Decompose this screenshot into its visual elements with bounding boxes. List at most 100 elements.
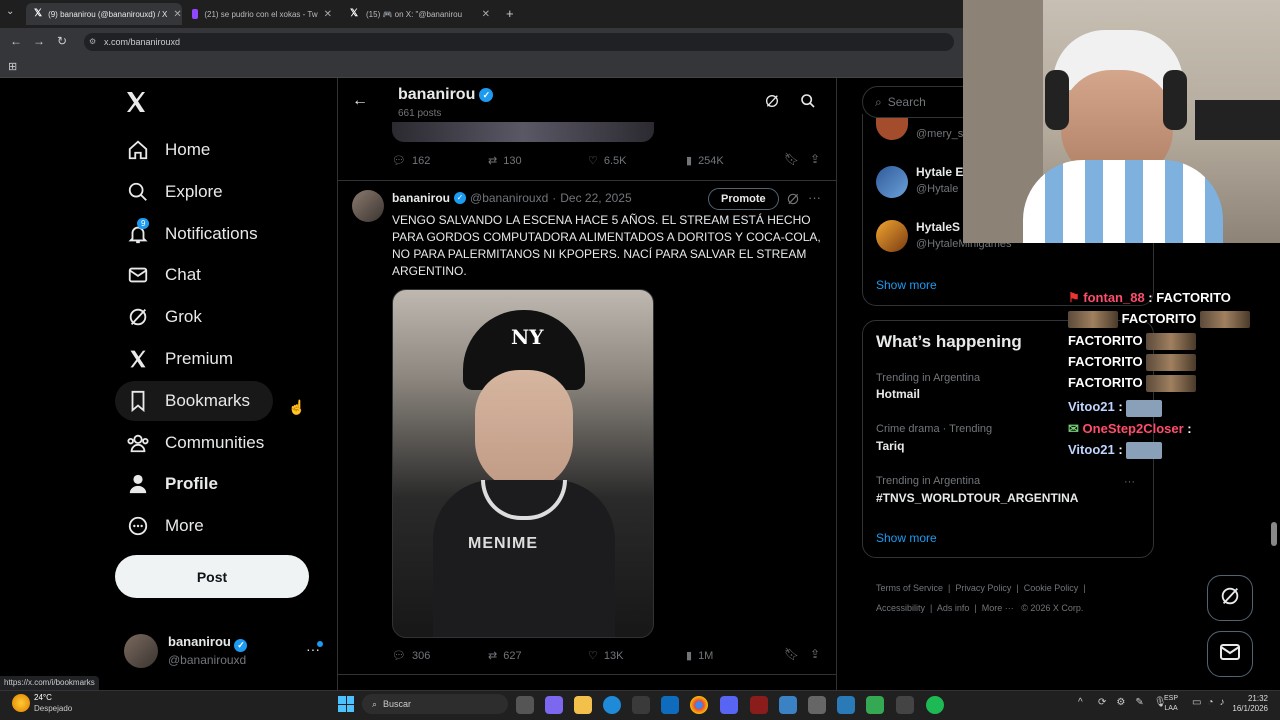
store-icon[interactable]	[632, 696, 650, 714]
search-icon[interactable]	[800, 93, 816, 114]
nav-bookmarks[interactable]: Bookmarks	[115, 381, 273, 421]
forward-icon[interactable]: →	[33, 34, 45, 48]
grok-fab-button[interactable]	[1207, 575, 1253, 621]
language-indicator[interactable]: ESP LAA	[1164, 694, 1178, 714]
tweet-handle[interactable]: @bananirouxd	[470, 191, 548, 205]
reply-button[interactable]: 💬︎ 306	[392, 649, 430, 663]
trend-topic[interactable]: Tariq	[876, 439, 904, 453]
bookmark-icon[interactable]: 🔖︎	[784, 647, 799, 661]
tray-chevron-icon[interactable]: ^	[1078, 697, 1083, 708]
tweet-author-name[interactable]: bananirou	[392, 191, 450, 205]
taskbar-search[interactable]: ⌕ Buscar	[362, 694, 508, 714]
tab-search-icon[interactable]: ⌄	[6, 6, 14, 17]
tab-x-post[interactable]: 𝕏 (15) 🎮 on X: "@bananirou ✕	[342, 3, 498, 25]
repost-icon: ⇄	[488, 155, 498, 167]
trend-topic[interactable]: Hotmail	[876, 387, 920, 401]
follow-name[interactable]: HytaleS	[916, 220, 960, 234]
avatar[interactable]	[124, 634, 158, 668]
app-icon[interactable]	[750, 696, 768, 714]
back-icon[interactable]: ←	[10, 34, 22, 48]
like-button[interactable]: ♡ 13K	[588, 649, 623, 663]
repost-button[interactable]: ⇄ 627	[488, 649, 522, 663]
nav-premium[interactable]: Premium	[115, 339, 243, 379]
trend-topic[interactable]: #TNVS_WORLDTOUR_ARGENTINA	[876, 491, 1078, 505]
views-button[interactable]: ▮ 254K	[686, 154, 724, 168]
tweet-date[interactable]: Dec 22, 2025	[560, 191, 631, 205]
discord-icon[interactable]	[720, 696, 738, 714]
reload-icon[interactable]: ↻	[57, 34, 67, 48]
footer-more[interactable]: More ···	[982, 603, 1014, 613]
nav-chat[interactable]: Chat	[115, 255, 211, 295]
bookmark-icon[interactable]: 🔖︎	[784, 152, 799, 166]
search-placeholder: Search	[887, 95, 926, 109]
tweet-avatar[interactable]	[352, 190, 384, 222]
trend-more-icon[interactable]: ···	[1124, 476, 1135, 488]
profile-header: ← bananirou ✓ 661 posts	[338, 78, 836, 126]
chrome-icon[interactable]	[690, 696, 708, 714]
app-icon[interactable]	[866, 696, 884, 714]
nav-communities[interactable]: Communities	[115, 423, 274, 463]
address-bar[interactable]: x.com/bananirouxd	[84, 33, 954, 51]
task-view-icon[interactable]	[516, 696, 534, 714]
tweet-more-icon[interactable]: ···	[808, 190, 821, 205]
footer-terms[interactable]: Terms of Service	[876, 583, 943, 593]
edge-icon[interactable]	[603, 696, 621, 714]
nav-more[interactable]: More	[115, 506, 214, 546]
copilot-icon[interactable]	[545, 696, 563, 714]
share-icon[interactable]: ⇪	[810, 647, 820, 661]
scrollbar-thumb[interactable]	[1271, 522, 1277, 546]
weather-icon[interactable]	[12, 694, 30, 712]
follow-handle[interactable]: @Hytale	[916, 183, 958, 195]
reply-button[interactable]: 💬︎ 162	[392, 154, 430, 168]
windows-start-icon[interactable]	[338, 696, 354, 712]
nav-home[interactable]: Home	[115, 130, 220, 170]
close-icon[interactable]: ✕	[482, 9, 490, 20]
clock[interactable]: 21:32 16/1/2026	[1226, 694, 1268, 714]
apps-grid-icon[interactable]: ⊞	[8, 60, 17, 73]
follow-avatar[interactable]	[876, 166, 908, 198]
promote-button[interactable]: Promote	[708, 188, 779, 210]
spotify-icon[interactable]	[926, 696, 944, 714]
x-logo-icon[interactable]	[124, 90, 148, 119]
nav-grok[interactable]: Grok	[115, 297, 212, 337]
tab-bananirou[interactable]: 𝕏 (9) bananirou (@bananirouxd) / X ✕	[26, 3, 182, 25]
close-icon[interactable]: ✕	[173, 9, 181, 20]
file-explorer-icon[interactable]	[574, 696, 592, 714]
grok-icon[interactable]	[764, 93, 780, 114]
outlook-icon[interactable]	[661, 696, 679, 714]
tweet-photo[interactable]: NY MENIME	[392, 289, 654, 638]
close-icon[interactable]: ✕	[324, 9, 332, 20]
messages-fab-button[interactable]	[1207, 631, 1253, 677]
views-button[interactable]: ▮ 1M	[686, 649, 713, 663]
footer-ads-info[interactable]: Ads info	[937, 603, 970, 613]
account-name[interactable]: bananirou ✓	[168, 634, 248, 652]
network-volume-icons[interactable]: ▭◔♪	[1192, 697, 1231, 708]
footer-accessibility[interactable]: Accessibility	[876, 603, 925, 613]
grok-icon[interactable]	[786, 192, 800, 211]
like-button[interactable]: ♡ 6.5K	[588, 154, 627, 168]
nav-explore[interactable]: Explore	[115, 172, 233, 212]
footer-cookie[interactable]: Cookie Policy	[1024, 583, 1079, 593]
new-tab-icon[interactable]: +	[506, 6, 514, 21]
search-icon: ⌕	[875, 94, 882, 109]
tab-title: (21) se pudrio con el xokas - Tw	[204, 9, 318, 19]
follow-name[interactable]: Hytale E	[916, 165, 963, 179]
post-button[interactable]: Post	[115, 555, 309, 598]
follow-handle[interactable]: @mery_s	[916, 128, 963, 140]
back-arrow-icon[interactable]: ←	[352, 92, 368, 110]
repost-button[interactable]: ⇄ 130	[488, 154, 522, 168]
site-info-icon[interactable]: ⚙	[89, 37, 96, 46]
tab-twitch[interactable]: (21) se pudrio con el xokas - Tw ✕	[184, 3, 340, 25]
footer-privacy[interactable]: Privacy Policy	[955, 583, 1011, 593]
nav-notifications[interactable]: 9 Notifications	[115, 214, 268, 254]
follow-avatar[interactable]	[876, 220, 908, 252]
app-icon[interactable]	[837, 696, 855, 714]
app-icon[interactable]	[896, 696, 914, 714]
show-more-link[interactable]: Show more	[876, 531, 937, 545]
app-icon[interactable]	[808, 696, 826, 714]
notepad-icon[interactable]	[779, 696, 797, 714]
share-icon[interactable]: ⇪	[810, 152, 820, 166]
previous-tweet-image[interactable]	[392, 122, 654, 142]
nav-profile[interactable]: Profile	[115, 464, 228, 504]
show-more-link[interactable]: Show more	[876, 278, 937, 292]
